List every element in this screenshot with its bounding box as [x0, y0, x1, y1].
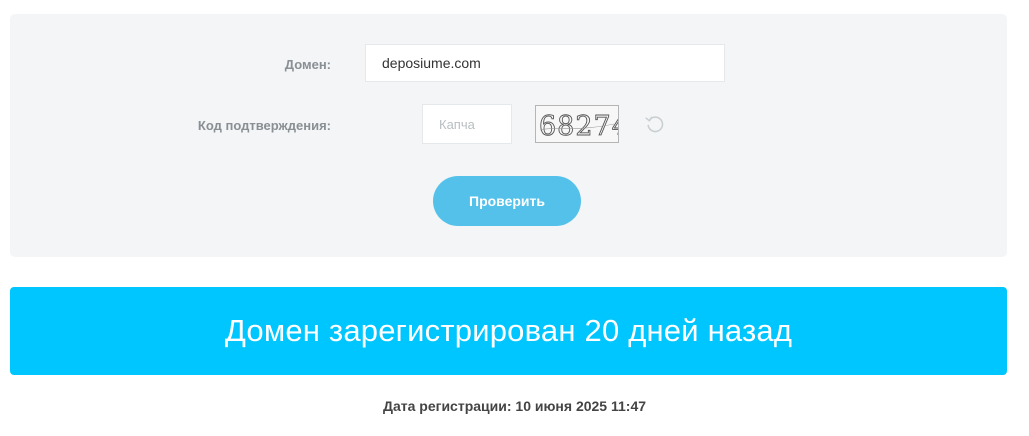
registration-date-label: Дата регистрации:	[382, 398, 512, 414]
domain-input[interactable]	[365, 44, 725, 82]
captcha-code: 68274	[539, 111, 618, 142]
refresh-icon[interactable]	[643, 112, 667, 136]
captcha-input[interactable]	[422, 104, 512, 144]
domain-check-form: Домен: Код подтверждения: 68274 Проверит…	[10, 14, 1007, 257]
result-headline: Домен зарегистрирован 20 дней назад	[224, 313, 793, 348]
domain-label: Домен:	[284, 57, 331, 72]
registration-date-value: 10 июня 2025 11:47	[515, 398, 647, 414]
captcha-image: 68274	[535, 105, 619, 143]
page: Домен: Код подтверждения: 68274 Проверит…	[0, 0, 1029, 436]
check-button[interactable]: Проверить	[433, 176, 581, 226]
result-banner: Домен зарегистрирован 20 дней назад	[10, 287, 1007, 375]
verification-code-label: Код подтверждения:	[197, 118, 331, 133]
registration-date-line: Дата регистрации: 10 июня 2025 11:47	[0, 398, 1029, 414]
